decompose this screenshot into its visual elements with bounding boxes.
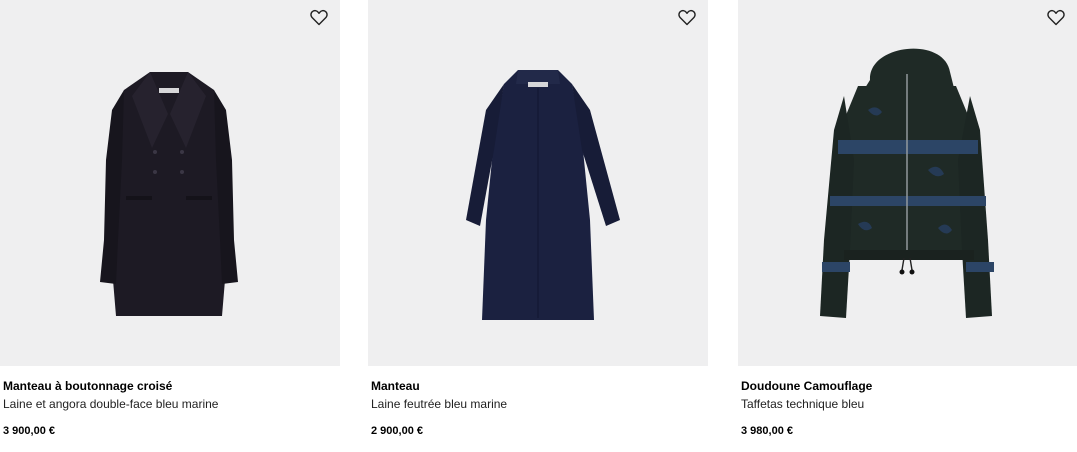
heart-outline-icon[interactable]	[678, 9, 696, 26]
product-image-container[interactable]	[368, 0, 708, 366]
product-name[interactable]: Manteau à boutonnage croisé	[3, 378, 336, 394]
product-image-container[interactable]	[0, 0, 340, 366]
product-image-double-breasted-coat[interactable]	[0, 0, 340, 366]
product-name[interactable]: Doudoune Camouflage	[741, 378, 1073, 394]
product-price: 3 980,00 €	[741, 425, 793, 437]
product-card[interactable]: Doudoune Camouflage Taffetas technique b…	[738, 0, 1077, 452]
product-info[interactable]: Manteau à boutonnage croisé Laine et ang…	[3, 378, 336, 438]
product-card[interactable]: Manteau Laine feutrée bleu marine 2 900,…	[368, 0, 708, 452]
product-grid: Manteau à boutonnage croisé Laine et ang…	[0, 0, 1077, 452]
product-image-puffer-jacket[interactable]	[738, 0, 1077, 366]
product-card[interactable]: Manteau à boutonnage croisé Laine et ang…	[0, 0, 340, 452]
product-price: 3 900,00 €	[3, 425, 55, 437]
product-description: Laine et angora double-face bleu marine	[3, 397, 219, 411]
product-price: 2 900,00 €	[371, 425, 423, 437]
product-name[interactable]: Manteau	[371, 378, 704, 394]
product-image-coat[interactable]	[368, 0, 708, 366]
product-info[interactable]: Doudoune Camouflage Taffetas technique b…	[741, 378, 1073, 438]
heart-outline-icon[interactable]	[1047, 9, 1065, 26]
product-description: Laine feutrée bleu marine	[371, 397, 508, 411]
product-description: Taffetas technique bleu	[741, 397, 865, 411]
product-image-container[interactable]	[738, 0, 1077, 366]
product-info[interactable]: Manteau Laine feutrée bleu marine 2 900,…	[371, 378, 704, 438]
heart-outline-icon[interactable]	[310, 9, 328, 26]
